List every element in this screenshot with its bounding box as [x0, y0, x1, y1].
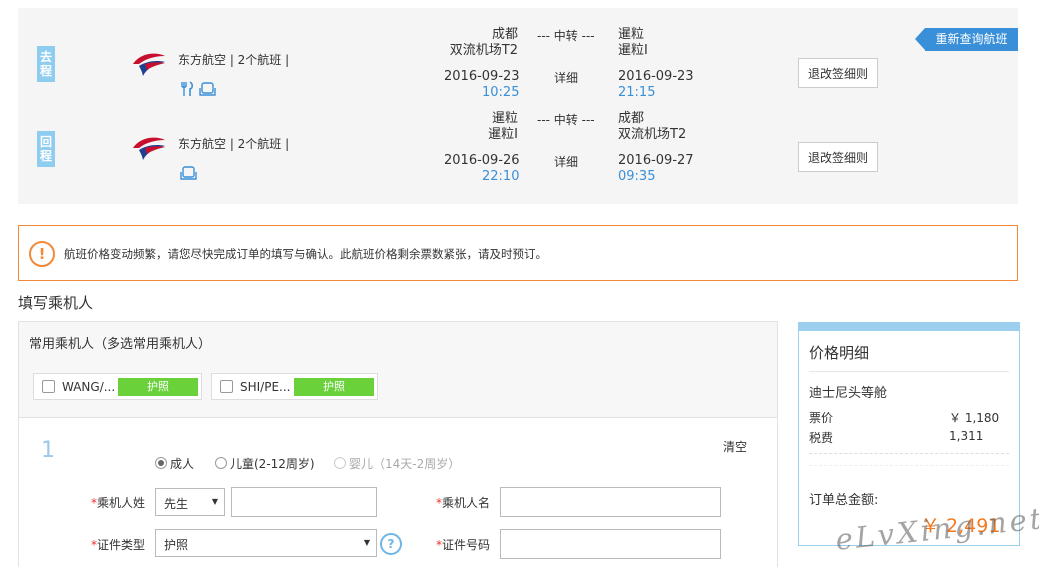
- outbound-detail-link[interactable]: 详细: [554, 69, 578, 86]
- tax-value: 1,311: [949, 429, 984, 443]
- outbound-arr-time: 21:15: [618, 85, 656, 100]
- seat-icon: [180, 166, 197, 180]
- total-label: 订单总金额:: [809, 493, 879, 508]
- return-detail-link[interactable]: 详细: [554, 153, 578, 170]
- divider: [809, 453, 1009, 454]
- outbound-from-city: 成都: [491, 27, 518, 42]
- return-arr-date: 2016-09-27: [618, 153, 694, 168]
- frequent-passenger-chip[interactable]: WANG/... 护照: [33, 373, 202, 400]
- frequent-passengers-header: 常用乘机人（多选常用乘机人） WANG/... 护照 SHI/PE... 护照: [19, 322, 777, 418]
- infant-radio: [334, 457, 346, 469]
- warning-text: 航班价格变动频繁，请您尽快完成订单的填写与确认。此航班价格剩余票数紧张，请及时预…: [64, 247, 547, 261]
- frequent-passenger-chip[interactable]: SHI/PE... 护照: [211, 373, 378, 400]
- fare-label: 票价: [809, 411, 834, 425]
- passenger-checkbox[interactable]: [42, 380, 55, 393]
- outbound-dep-date: 2016-09-23: [444, 69, 520, 84]
- return-tag: 回程: [37, 131, 55, 167]
- return-to-city: 成都: [618, 111, 645, 126]
- id-type-select[interactable]: 护照 ▼: [155, 529, 377, 557]
- flight-summary-panel: 去程 东方航空 | 2个航班 | 成都 双流机场T2 --- 中转 --- 暹粒…: [18, 8, 1018, 204]
- surname-input[interactable]: [231, 487, 377, 517]
- surname-label: *乘机人姓: [91, 496, 146, 510]
- passport-tag: 护照: [118, 378, 198, 396]
- infant-radio-label: 婴儿（14天-2周岁）: [349, 457, 461, 471]
- return-dep-time: 22:10: [482, 169, 520, 184]
- section-title: 填写乘机人: [18, 294, 94, 312]
- tax-label: 税费: [809, 431, 834, 445]
- outbound-dep-time: 10:25: [482, 85, 520, 100]
- clear-form-link[interactable]: 清空: [723, 438, 747, 455]
- outbound-from-airport: 双流机场T2: [449, 43, 518, 58]
- passenger-name: WANG/...: [62, 380, 116, 394]
- help-icon[interactable]: ?: [380, 533, 402, 555]
- cabin-class: 迪士尼头等舱: [809, 386, 888, 401]
- fare-value: ￥ 1,180: [949, 411, 1000, 425]
- adult-radio[interactable]: [155, 457, 167, 469]
- return-from-city: 暹粒: [491, 111, 518, 126]
- outbound-transfer: --- 中转 ---: [537, 29, 595, 43]
- id-number-label: *证件号码: [436, 538, 491, 552]
- price-warning-banner: ! 航班价格变动频繁，请您尽快完成订单的填写与确认。此航班价格剩余票数紧张，请及…: [18, 225, 1018, 281]
- china-eastern-logo-icon: [133, 137, 165, 160]
- given-name-label: *乘机人名: [436, 496, 491, 510]
- title-select[interactable]: 先生 ▼: [155, 488, 225, 516]
- return-from-airport: 暹粒I: [488, 127, 518, 142]
- divider: [809, 465, 1009, 466]
- child-radio-label: 儿童(2-12周岁): [230, 457, 315, 471]
- warning-icon: !: [29, 241, 55, 267]
- passport-tag: 护照: [294, 378, 374, 396]
- return-rules-button[interactable]: 退改签细则: [798, 142, 878, 172]
- price-panel-topbar: [799, 323, 1019, 331]
- return-airline: 东方航空 | 2个航班 |: [178, 137, 290, 151]
- outbound-tag: 去程: [37, 46, 55, 82]
- return-to-airport: 双流机场T2: [618, 127, 687, 142]
- return-arr-time: 09:35: [618, 169, 656, 184]
- passenger-name: SHI/PE...: [240, 380, 291, 394]
- given-name-input[interactable]: [500, 487, 721, 517]
- divider: [809, 371, 1009, 372]
- passenger-checkbox[interactable]: [220, 380, 233, 393]
- meal-icon: [181, 81, 194, 96]
- outbound-airline: 东方航空 | 2个航班 |: [178, 53, 290, 67]
- passenger-number: 1: [41, 438, 55, 463]
- id-number-input[interactable]: [500, 529, 721, 559]
- price-title: 价格明细: [809, 344, 870, 362]
- frequent-passengers-title: 常用乘机人（多选常用乘机人）: [29, 337, 212, 352]
- outbound-to-airport: 暹粒I: [618, 43, 648, 58]
- outbound-rules-button[interactable]: 退改签细则: [798, 58, 878, 88]
- id-type-label: *证件类型: [91, 538, 146, 552]
- adult-radio-label: 成人: [170, 457, 195, 471]
- requery-flights-button[interactable]: 重新查询航班: [925, 28, 1018, 51]
- seat-icon: [199, 82, 216, 96]
- china-eastern-logo-icon: [133, 53, 165, 76]
- requery-arrow-shape: [915, 28, 925, 50]
- return-transfer: --- 中转 ---: [537, 113, 595, 127]
- child-radio[interactable]: [215, 457, 227, 469]
- passenger-form-panel: 常用乘机人（多选常用乘机人） WANG/... 护照 SHI/PE... 护照 …: [18, 321, 778, 567]
- outbound-arr-date: 2016-09-23: [618, 69, 694, 84]
- outbound-to-city: 暹粒: [618, 27, 645, 42]
- return-dep-date: 2016-09-26: [444, 153, 520, 168]
